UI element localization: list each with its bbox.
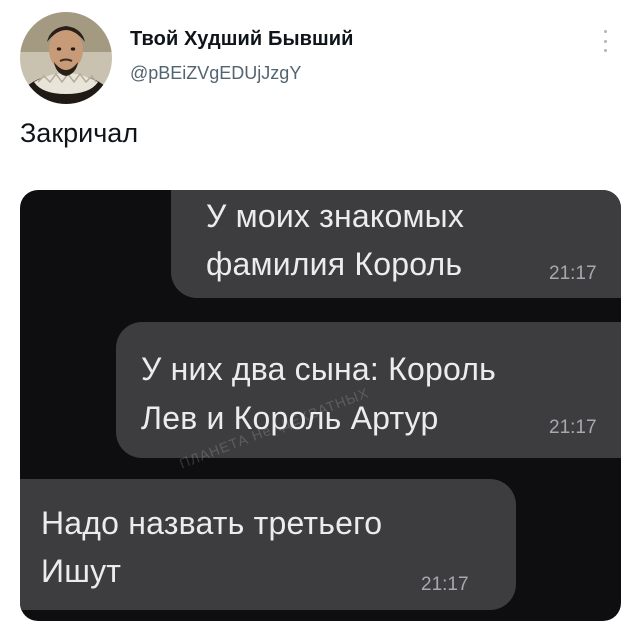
message-line: Надо назвать третьего bbox=[41, 505, 383, 541]
tweet-media-image[interactable]: У моих знакомых фамилия Король 21:17 У н… bbox=[20, 190, 621, 621]
avatar[interactable] bbox=[20, 12, 112, 104]
message-time: 21:17 bbox=[549, 417, 597, 438]
more-dot bbox=[603, 39, 607, 43]
chat-message-bubble: У них два сына: Король Лев и Король Арту… bbox=[116, 322, 621, 458]
message-time: 21:17 bbox=[549, 263, 597, 284]
more-vertical-icon[interactable] bbox=[598, 30, 612, 52]
message-time: 21:17 bbox=[421, 574, 469, 595]
message-line: У них два сына: Король bbox=[141, 351, 496, 387]
author-handle[interactable]: @pBEiZVgEDUjJzgY bbox=[130, 63, 301, 84]
message-line: Ишут bbox=[41, 553, 122, 589]
message-line: У моих знакомых bbox=[206, 198, 465, 234]
tweet-text: Закричал bbox=[20, 118, 139, 148]
more-dot bbox=[603, 30, 607, 33]
more-dot bbox=[603, 49, 607, 52]
author-display-name[interactable]: Твой Худший Бывший bbox=[130, 28, 354, 51]
chat-message-bubble: У моих знакомых фамилия Король 21:17 bbox=[171, 190, 621, 298]
avatar-photo bbox=[20, 12, 112, 104]
message-line: фамилия Король bbox=[206, 246, 463, 282]
chat-message-bubble: Надо назвать третьего Ишут 21:17 bbox=[20, 479, 516, 610]
